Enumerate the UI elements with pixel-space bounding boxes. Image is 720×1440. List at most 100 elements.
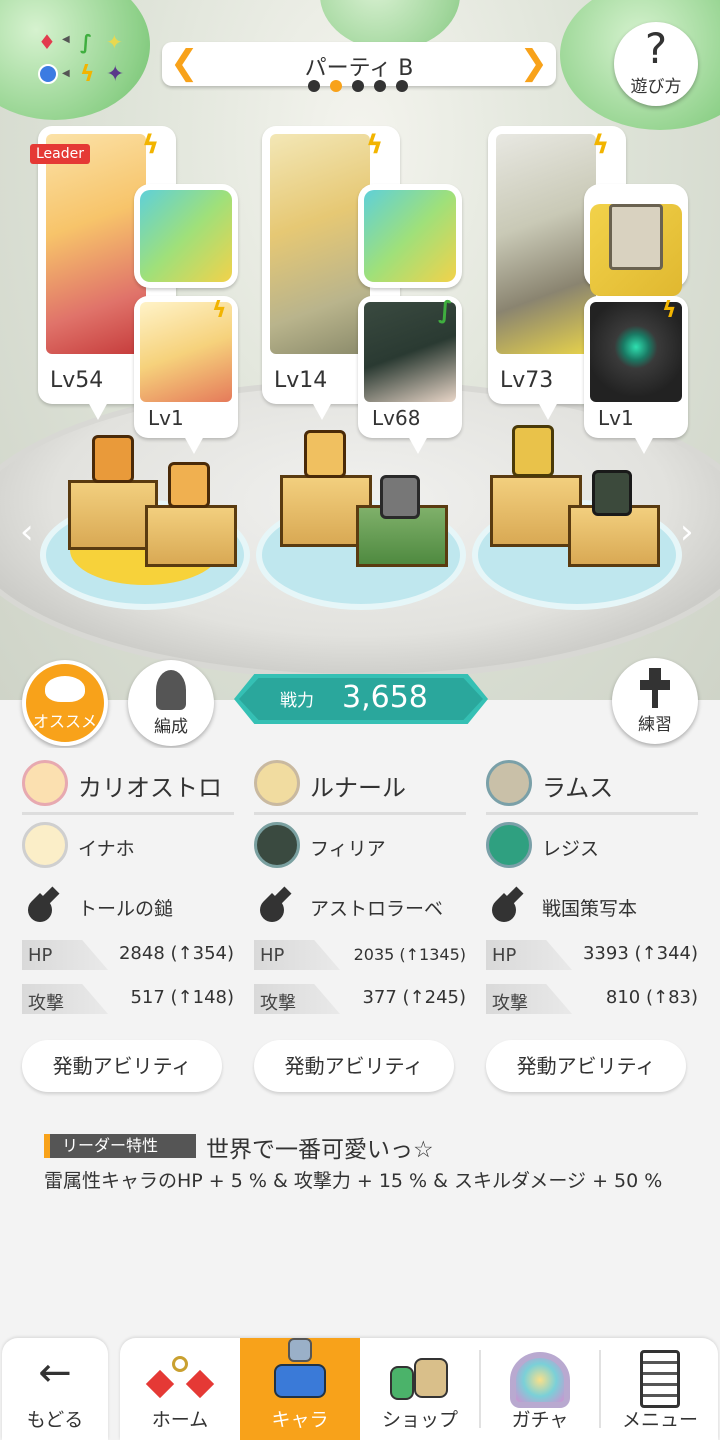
pixel-character[interactable] (380, 475, 420, 519)
character-avatar[interactable] (22, 760, 68, 806)
ability-button[interactable]: 発動アビリティ (254, 1040, 454, 1092)
back-button[interactable]: ← もどる (2, 1338, 108, 1440)
nav-label: ガチャ (511, 1409, 569, 1431)
dummy-icon (640, 668, 670, 708)
attack-row: 攻撃 377 (↑245) (254, 984, 470, 1014)
nav-label: ホーム (151, 1409, 209, 1431)
attack-row: 攻撃 517 (↑148) (22, 984, 238, 1014)
sub-avatar[interactable] (22, 822, 68, 868)
water-icon (38, 64, 58, 84)
hp-row: HP 3393 (↑344) (486, 940, 702, 970)
level-label: Lv14 (274, 368, 328, 393)
pixel-character[interactable] (592, 470, 632, 516)
sub-avatar[interactable] (254, 822, 300, 868)
party-page-dots[interactable] (300, 80, 420, 94)
nav-item-chara[interactable]: キャラ (240, 1338, 360, 1440)
nav-item-shop[interactable]: ショップ (360, 1338, 480, 1440)
sub-character-card[interactable]: ∫ Lv68 (358, 296, 462, 454)
menu-icon (600, 1350, 720, 1408)
level-label: Lv73 (500, 368, 554, 393)
arrow-icon: ◀ (62, 68, 70, 79)
wind-icon: ∫ (80, 30, 93, 54)
hp-row: HP 2848 (↑354) (22, 940, 238, 970)
book-icon (590, 204, 682, 296)
nav-item-home[interactable]: ホーム (120, 1338, 240, 1440)
wind-icon: ∫ (438, 296, 453, 324)
pixel-character[interactable] (304, 430, 346, 478)
gacha-icon (480, 1352, 600, 1408)
sub-level-label: Lv1 (598, 406, 634, 430)
sub-character-name: レジス (542, 838, 600, 860)
sub-level-label: Lv68 (372, 406, 421, 430)
character-name: ラムス (542, 774, 614, 802)
attack-label: 攻撃 (28, 993, 64, 1014)
ability-button[interactable]: 発動アビリティ (486, 1040, 686, 1092)
light-icon: ✦ (106, 30, 123, 54)
chara-icon (240, 1338, 360, 1408)
equipment-icon (23, 886, 60, 927)
equipment-name: アストロラーベ (310, 898, 444, 920)
shop-icon (360, 1354, 480, 1402)
weapon-slot[interactable] (584, 184, 688, 296)
back-arrow-icon: ← (38, 1350, 72, 1396)
formation-label: 編成 (154, 717, 188, 737)
book-shape (609, 204, 663, 270)
power-badge: 戦力 3,658 (234, 674, 488, 724)
fire-icon: ♦ (38, 30, 56, 54)
weapon-slot[interactable] (358, 184, 462, 288)
nav-label: ショップ (381, 1409, 458, 1431)
sub-character-name: イナホ (78, 838, 135, 860)
prev-party-arrow[interactable]: ‹ (20, 512, 34, 552)
nav-item-gacha[interactable]: ガチャ (480, 1338, 600, 1440)
divider (486, 812, 698, 815)
leader-skill-desc: 雷属性キャラのHP + 5 % & 攻撃力 + 15 % & スキルダメージ +… (44, 1170, 663, 1192)
element-filter-icons[interactable]: ♦ ◀ ∫ ✦ ◀ ϟ ✦ (36, 30, 132, 92)
page-dot[interactable] (374, 80, 386, 92)
turtle-icon (45, 676, 85, 702)
character-avatar[interactable] (486, 760, 532, 806)
nav-label: メニュー (621, 1409, 698, 1431)
nav-label: キャラ (271, 1409, 329, 1431)
character-portrait (496, 134, 596, 354)
power-label: 戦力 (280, 691, 314, 711)
sub-avatar[interactable] (486, 822, 532, 868)
pixel-character[interactable] (168, 462, 210, 508)
hammer-icon (140, 190, 232, 282)
attack-value: 517 (↑148) (130, 987, 234, 1008)
page-dot[interactable] (330, 80, 342, 92)
page-dot[interactable] (308, 80, 320, 92)
attack-value: 810 (↑83) (605, 987, 698, 1008)
pixel-character[interactable] (92, 435, 134, 483)
thunder-icon: ϟ (212, 298, 227, 323)
hp-value: 2848 (↑354) (118, 943, 234, 964)
hp-row: HP 2035 (↑1345) (254, 940, 470, 970)
attack-label: 攻撃 (492, 993, 528, 1014)
arrow-icon: ◀ (62, 34, 70, 45)
character-avatar[interactable] (254, 760, 300, 806)
help-button[interactable]: ? 遊び方 (614, 22, 698, 106)
leader-tag: リーダー特性 (50, 1134, 196, 1158)
hp-value: 3393 (↑344) (582, 943, 698, 964)
practice-button[interactable]: 練習 (612, 658, 698, 744)
character-portrait (46, 134, 146, 354)
party-title: パーティ B (304, 56, 414, 81)
formation-button[interactable]: 編成 (128, 660, 214, 746)
next-party-button[interactable]: ❯ (520, 44, 549, 82)
page-dot[interactable] (352, 80, 364, 92)
attack-value: 377 (↑245) (362, 987, 466, 1008)
recommend-button[interactable]: オススメ (22, 660, 108, 746)
ability-button[interactable]: 発動アビリティ (22, 1040, 222, 1092)
weapon-slot[interactable] (134, 184, 238, 288)
question-icon: ? (644, 24, 668, 73)
next-party-arrow[interactable]: › (680, 512, 694, 552)
thunder-icon: ϟ (366, 130, 384, 160)
sub-character-card[interactable]: ϟ Lv1 (584, 296, 688, 454)
nav-item-menu[interactable]: メニュー (600, 1338, 720, 1440)
sub-character-name: フィリア (310, 838, 386, 860)
nav-separator (479, 1350, 481, 1428)
page-dot[interactable] (396, 80, 408, 92)
sub-character-card[interactable]: ϟ Lv1 (134, 296, 238, 454)
thunder-icon: ϟ (592, 130, 610, 160)
person-gear-icon (156, 670, 186, 710)
pixel-character[interactable] (512, 425, 554, 477)
